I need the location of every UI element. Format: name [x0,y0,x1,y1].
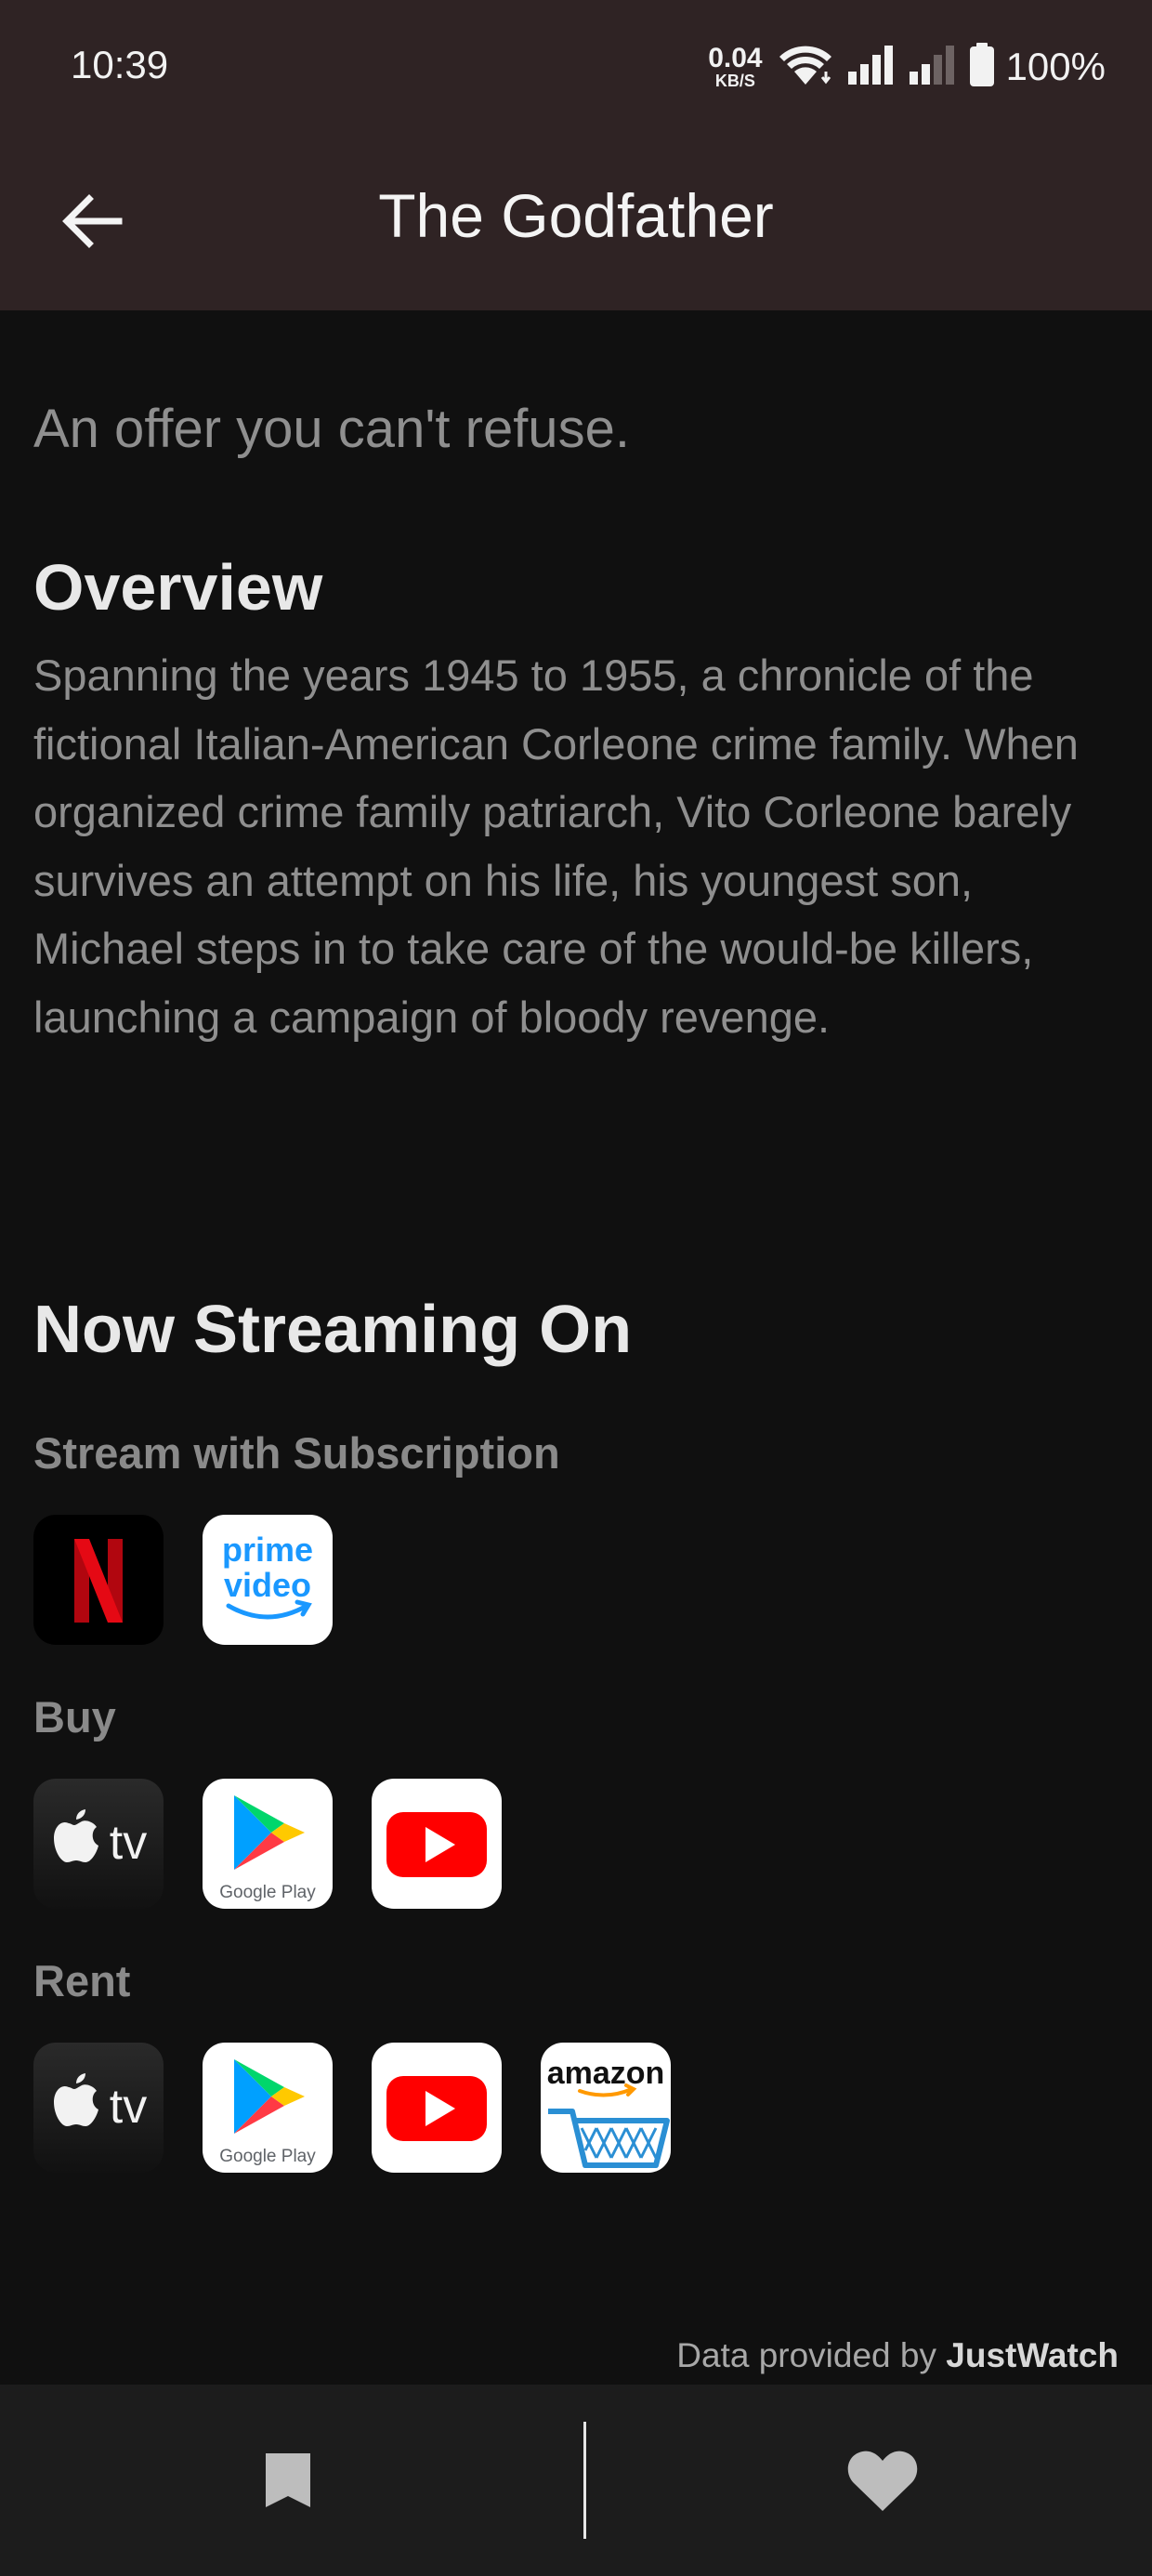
youtube-rent-provider[interactable] [372,2043,502,2173]
overview-heading: Overview [33,551,323,624]
attribution-prefix: Data provided by [676,2336,947,2374]
youtube-logo-icon [386,2076,487,2141]
prime-text: prime [222,1531,313,1569]
bookmark-icon [266,2453,310,2507]
apple-tv-logo-icon: tv [54,2073,147,2134]
subscription-label: Stream with Subscription [33,1428,560,1478]
google-play-text: Google Play [219,1883,316,1902]
bottom-navigation [0,2385,1152,2576]
signal-icon [846,44,897,91]
battery-icon [969,42,995,92]
google-play-provider[interactable]: Google Play [203,1779,333,1909]
status-icons: 0.04 KB/S 100% [708,41,1106,93]
page-title: The Godfather [378,181,774,250]
google-play-rent-provider[interactable]: Google Play [203,2043,333,2173]
network-speed-unit: KB/S [714,72,755,90]
google-play-logo-icon: Google Play [219,1795,316,1902]
apple-tv-rent-provider[interactable]: tv [33,2043,164,2173]
video-text: video [224,1566,311,1604]
top-app-bar: 10:39 0.04 KB/S 100% The Godfather [0,0,1152,310]
youtube-provider[interactable] [372,1779,502,1909]
favorite-button[interactable] [595,2385,1152,2576]
amazon-rent-provider[interactable]: amazon [541,2043,671,2173]
prime-video-provider[interactable]: prime video [203,1515,333,1645]
battery-percent: 100% [1005,45,1106,88]
signal-2-icon [908,44,958,91]
google-play-logo-icon: Google Play [219,2059,316,2166]
justwatch-brand[interactable]: JustWatch [946,2336,1119,2374]
overview-text: Spanning the years 1945 to 1955, a chron… [33,651,1079,1042]
buy-providers: tv Google Play [33,1779,502,1909]
heart-icon [847,2451,918,2511]
network-speed-value: 0.04 [708,43,763,73]
bookmark-button[interactable] [0,2385,576,2576]
prime-video-logo-icon: prime video [222,1531,313,1620]
data-attribution: Data provided by JustWatch [676,2336,1119,2375]
amazon-cart-logo-icon: amazon [547,2056,670,2168]
streaming-heading: Now Streaming On [33,1293,633,1367]
buy-label: Buy [33,1692,116,1741]
apple-tv-text: tv [110,1816,147,1870]
wifi-icon [778,44,835,91]
network-speed: 0.04 KB/S [708,43,763,90]
netflix-logo-icon [74,1539,123,1623]
status-time: 10:39 [71,43,169,86]
apple-tv-provider[interactable]: tv [33,1779,164,1909]
apple-tv-logo-icon: tv [54,1809,147,1870]
apple-tv-text: tv [110,2080,147,2134]
rent-providers: tv Google Play amazon [33,2043,671,2173]
nav-divider [583,2422,586,2539]
movie-tagline: An offer you can't refuse. [33,399,630,459]
rent-label: Rent [33,1956,131,2005]
youtube-logo-icon [386,1812,487,1877]
google-play-text: Google Play [219,2147,316,2166]
netflix-provider[interactable] [33,1515,164,1645]
subscription-providers: prime video [33,1515,333,1645]
amazon-text: amazon [547,2056,665,2091]
